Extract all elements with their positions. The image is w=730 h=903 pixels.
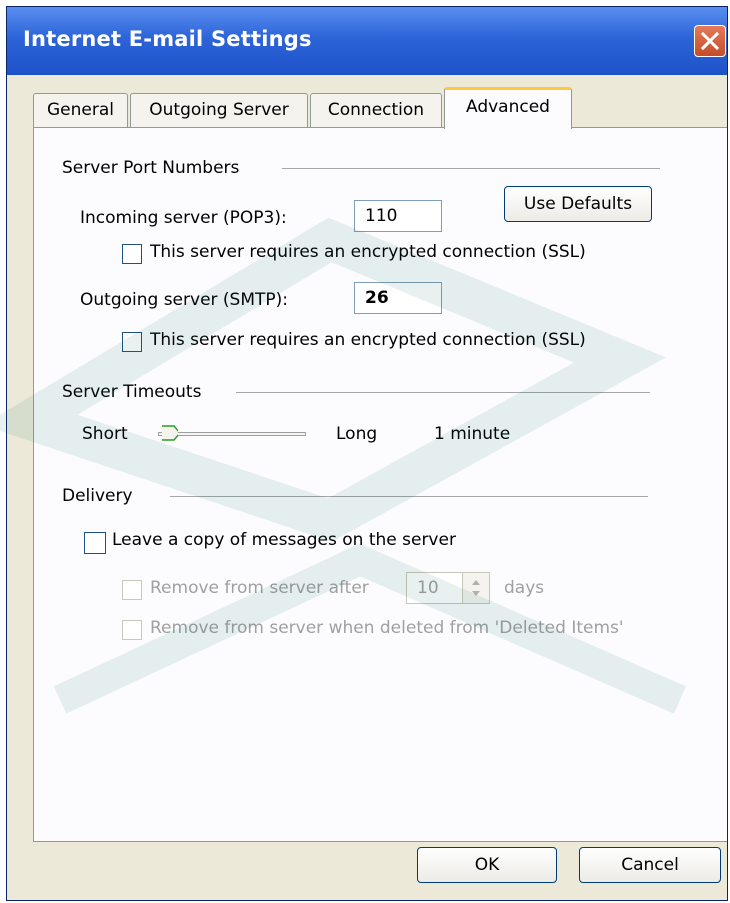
incoming-server-label: Incoming server (POP3): [80,208,287,228]
remove-after-label: Remove from server after [150,578,369,598]
slider-thumb-icon [159,425,181,441]
use-defaults-button[interactable]: Use Defaults [504,186,652,222]
internet-email-settings-dialog: Internet E-mail Settings General Outgoin… [6,6,728,901]
long-label: Long [336,424,378,444]
close-button[interactable] [694,25,726,57]
tab-advanced[interactable]: Advanced [444,87,572,129]
short-label: Short [82,424,128,444]
tab-outgoing-server[interactable]: Outgoing Server [130,93,308,127]
ok-button[interactable]: OK [417,847,557,883]
server-port-numbers-heading: Server Port Numbers [62,158,240,178]
remove-after-checkbox[interactable] [122,580,142,600]
delivery-heading: Delivery [62,486,133,506]
timeout-slider-track[interactable] [158,432,306,436]
remove-deleted-checkbox[interactable] [122,620,142,640]
leave-copy-checkbox[interactable] [84,532,106,554]
title-bar[interactable]: Internet E-mail Settings [7,7,727,75]
spinner-arrows-icon [472,580,480,596]
divider [170,496,648,497]
tab-general[interactable]: General [33,93,128,127]
incoming-port-input[interactable]: 110 [354,200,442,232]
tab-connection[interactable]: Connection [310,93,442,127]
close-icon [700,31,720,51]
outgoing-ssl-label: This server requires an encrypted connec… [150,330,586,350]
outgoing-port-input[interactable]: 26 [354,282,442,314]
leave-copy-label: Leave a copy of messages on the server [112,530,456,550]
days-spinner[interactable] [462,572,490,604]
incoming-ssl-checkbox[interactable] [122,244,142,264]
advanced-tab-panel: Server Port Numbers Incoming server (POP… [33,127,727,842]
outgoing-server-label: Outgoing server (SMTP): [80,290,289,310]
dialog-title: Internet E-mail Settings [23,27,312,51]
server-timeouts-heading: Server Timeouts [62,382,202,402]
timeout-slider-thumb[interactable] [159,422,181,444]
outgoing-ssl-checkbox[interactable] [122,332,142,352]
divider [282,168,660,169]
remove-deleted-label: Remove from server when deleted from 'De… [150,618,624,638]
divider [236,392,650,393]
timeout-value-label: 1 minute [434,424,511,444]
incoming-ssl-label: This server requires an encrypted connec… [150,242,586,262]
days-label: days [504,578,545,598]
cancel-button[interactable]: Cancel [579,847,721,883]
